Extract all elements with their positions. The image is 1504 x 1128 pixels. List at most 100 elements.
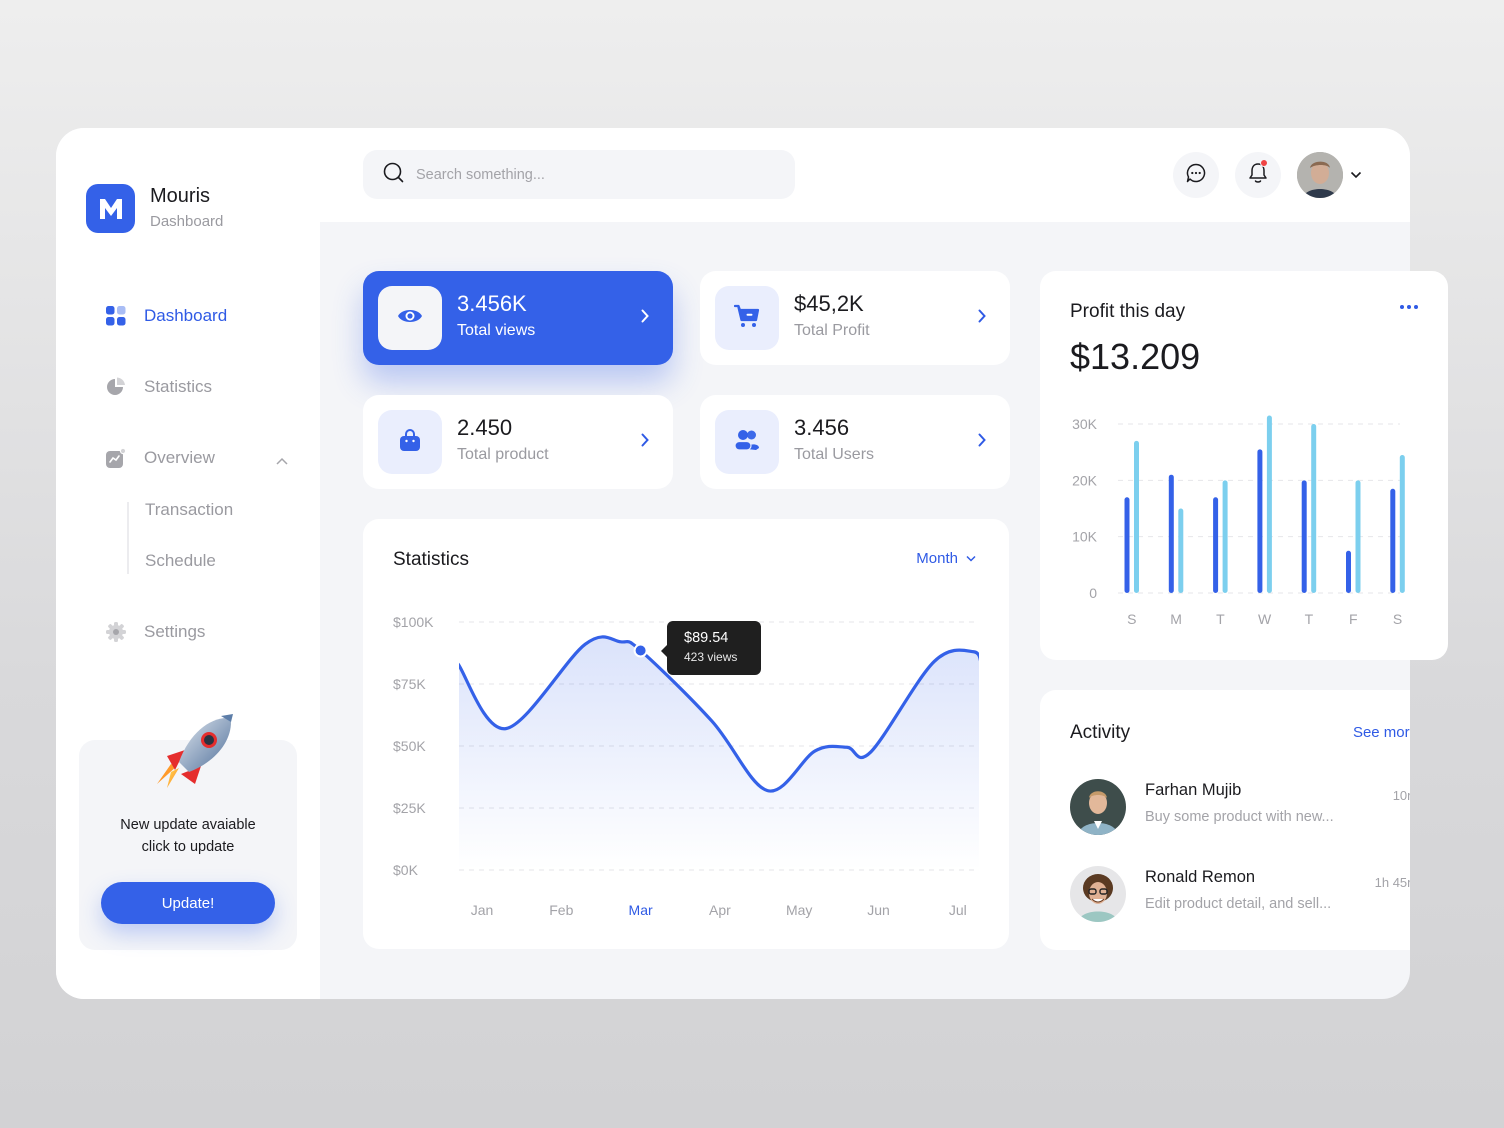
x-tick-label: S [1127, 611, 1136, 627]
sidebar-subitem-transaction[interactable]: Transaction [145, 500, 233, 520]
bar-series-b[interactable] [1355, 480, 1361, 593]
stat-icon-box [378, 410, 442, 474]
bar-series-b[interactable] [1222, 480, 1228, 593]
rocket-icon [157, 714, 233, 788]
grid-icon [106, 306, 126, 326]
highlight-point[interactable] [633, 643, 648, 658]
eye-icon [397, 307, 423, 330]
x-tick-label: F [1349, 611, 1358, 627]
x-tick-label[interactable]: May [786, 902, 812, 918]
chevron-up-icon[interactable] [276, 454, 288, 468]
activity-user-name: Ronald Remon [1145, 868, 1256, 886]
search-bar[interactable] [363, 150, 795, 199]
search-input[interactable] [416, 166, 756, 183]
stat-value: 3.456 [794, 415, 850, 440]
stat-card-total-product[interactable]: 2.450 Total product [363, 395, 673, 489]
stat-icon-box [715, 410, 779, 474]
y-tick-label: $75K [393, 676, 426, 692]
sidebar-item-label: Settings [144, 622, 206, 641]
bar-series-a[interactable] [1390, 488, 1396, 593]
sidebar-item-settings[interactable]: Settings [106, 622, 205, 642]
top-bar [320, 128, 1410, 222]
profit-bar-chart: 0 10K 20K 30K S M T W T F S [1072, 415, 1405, 627]
activity-time: 10m [1392, 788, 1410, 803]
y-tick-label: $50K [393, 738, 426, 754]
stat-icon-box [378, 286, 442, 350]
bag-icon [399, 428, 421, 457]
profit-panel: Profit this day $13.209 0 10K 20K 30K SMTWT… [1040, 271, 1448, 660]
notifications-button[interactable] [1235, 152, 1281, 198]
logo-m-icon [99, 198, 122, 219]
stat-card-total-users[interactable]: 3.456 Total Users [700, 395, 1010, 489]
activity-user-name: Farhan Mujib [1145, 781, 1242, 799]
avatar [1070, 779, 1126, 835]
sidebar-subitem-schedule[interactable]: Schedule [145, 551, 216, 571]
notification-badge [1260, 158, 1268, 167]
x-tick-label[interactable]: Apr [709, 902, 731, 918]
bar-series-b[interactable] [1134, 440, 1139, 593]
update-message: New update avaiable click to update [79, 814, 297, 858]
stat-card-total-views[interactable]: 3.456K Total views [363, 271, 673, 365]
x-tick-label: S [1393, 611, 1402, 627]
pie-chart-icon [106, 377, 126, 397]
x-tick-label: M [1170, 611, 1182, 627]
activity-panel: Activity See more Farhan Mujib Buy some … [1040, 690, 1410, 950]
chart-tooltip: $89.54 423 views [661, 621, 761, 675]
bar-series-a[interactable] [1257, 449, 1263, 593]
bar-series-b[interactable] [1178, 508, 1184, 594]
tooltip-value: $89.54 [684, 630, 729, 646]
bar-series-b[interactable] [1311, 424, 1317, 593]
see-more-link[interactable]: See more [1353, 724, 1410, 741]
y-tick-label: 10K [1072, 529, 1098, 545]
bar-series-a[interactable] [1168, 474, 1174, 593]
activity-item[interactable]: Farhan Mujib Buy some product with new..… [1070, 779, 1410, 837]
update-message-line1: New update avaiable [120, 817, 256, 833]
stat-value: $45,2K [794, 291, 864, 316]
x-tick-label: T [1216, 611, 1225, 627]
stat-value: 2.450 [457, 415, 513, 440]
x-tick-label[interactable]: Jul [949, 902, 967, 918]
chevron-right-icon[interactable] [641, 309, 649, 328]
update-button[interactable]: Update! [101, 882, 275, 924]
x-tick-label[interactable]: Mar [629, 902, 653, 918]
stat-label: Total Users [794, 446, 875, 463]
y-tick-label: 0 [1089, 585, 1097, 601]
bar-series-a[interactable] [1213, 497, 1219, 593]
chevron-right-icon[interactable] [978, 309, 986, 328]
cart-icon [733, 304, 760, 333]
sidebar-item-dashboard[interactable]: Dashboard [106, 306, 227, 326]
activity-item[interactable]: Ronald Remon Edit product detail, and se… [1070, 866, 1410, 924]
activity-description: Buy some product with new... [1145, 809, 1334, 825]
bar-series-b[interactable] [1399, 454, 1405, 593]
x-tick-label[interactable]: Jan [471, 902, 494, 918]
chevron-right-icon[interactable] [641, 433, 649, 452]
x-tick-label[interactable]: Feb [549, 902, 573, 918]
tooltip-subtext: 423 views [684, 650, 738, 664]
stat-label: Total product [457, 446, 549, 463]
stat-card-total-profit[interactable]: $45,2K Total Profit [700, 271, 1010, 365]
users-icon [734, 429, 760, 456]
stat-icon-box [715, 286, 779, 350]
chevron-right-icon[interactable] [978, 433, 986, 452]
activity-title: Activity [1070, 722, 1131, 743]
bar-series-b[interactable] [1266, 415, 1272, 593]
sidebar-item-statistics[interactable]: Statistics [106, 377, 212, 397]
activity-description: Edit product detail, and sell... [1145, 896, 1332, 912]
user-avatar[interactable] [1297, 152, 1343, 198]
trend-chart-icon [106, 447, 127, 468]
bar-series-a[interactable] [1346, 550, 1351, 593]
brand-name: Mouris [150, 185, 211, 207]
sidebar-item-overview[interactable]: Overview [106, 447, 215, 468]
messages-button[interactable] [1173, 152, 1219, 198]
bell-icon [1248, 158, 1268, 189]
stat-label: Total Profit [794, 322, 870, 339]
chevron-down-icon[interactable] [1350, 166, 1362, 184]
x-tick-label[interactable]: Jun [867, 902, 890, 918]
y-tick-label: 30K [1072, 416, 1098, 432]
y-tick-label: $100K [393, 614, 434, 630]
bar-series-a[interactable] [1124, 497, 1130, 593]
update-message-line2: click to update [141, 839, 235, 855]
y-tick-label: $0K [393, 862, 419, 878]
gear-icon [106, 622, 126, 642]
bar-series-a[interactable] [1301, 480, 1307, 593]
